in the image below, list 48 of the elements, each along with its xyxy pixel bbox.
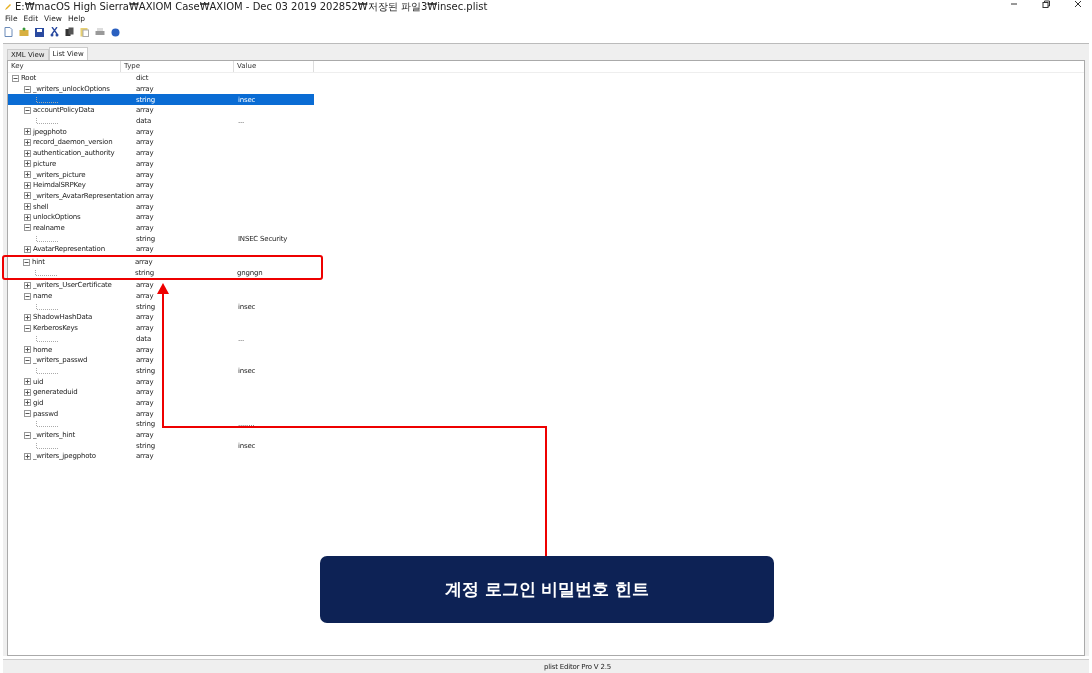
- tree-connector-icon: [36, 303, 58, 310]
- collapse-icon[interactable]: [24, 292, 31, 300]
- tree-connector-icon: [36, 235, 58, 242]
- folder-icon[interactable]: [19, 27, 29, 37]
- copy-icon[interactable]: [65, 27, 74, 37]
- expand-icon[interactable]: [24, 399, 31, 407]
- expand-icon[interactable]: [24, 346, 31, 354]
- expand-icon[interactable]: [24, 213, 31, 221]
- expand-icon[interactable]: [24, 245, 31, 253]
- expand-icon[interactable]: [24, 281, 31, 289]
- collapse-icon[interactable]: [23, 258, 30, 266]
- expand-icon[interactable]: [24, 160, 31, 168]
- collapse-icon[interactable]: [12, 74, 19, 82]
- callout-text: 계정 로그인 비밀번호 힌트: [444, 578, 650, 601]
- collapse-icon[interactable]: [24, 410, 31, 418]
- expand-icon[interactable]: [24, 388, 31, 396]
- window-title: E:₩macOS High Sierra₩AXIOM Case₩AXIOM - Dec 03 2019 202852₩저장된 파일3₩insec.plist: [15, 0, 488, 14]
- collapse-icon[interactable]: [24, 224, 31, 232]
- expand-icon[interactable]: [24, 128, 31, 136]
- collapse-icon[interactable]: [24, 356, 31, 364]
- expand-icon[interactable]: [24, 192, 31, 200]
- scissors-icon[interactable]: [50, 27, 59, 37]
- pencil-icon: [4, 2, 12, 11]
- close-icon[interactable]: [1074, 0, 1082, 8]
- minimize-icon[interactable]: [1010, 0, 1018, 8]
- tree-connector-icon: [36, 335, 58, 342]
- floppy-icon[interactable]: [35, 27, 44, 37]
- expand-icon[interactable]: [24, 203, 31, 211]
- expand-icon[interactable]: [24, 149, 31, 157]
- tree-connector-icon: [36, 367, 58, 374]
- expand-icon[interactable]: [24, 181, 31, 189]
- tree-connector-icon: [36, 442, 58, 449]
- printer-icon[interactable]: [95, 27, 105, 37]
- expand-icon[interactable]: [24, 138, 31, 146]
- collapse-icon[interactable]: [24, 85, 31, 93]
- collapse-icon[interactable]: [24, 324, 31, 332]
- expand-icon[interactable]: [24, 313, 31, 321]
- tree-connector-icon: [36, 421, 58, 428]
- tree-connector-icon: [36, 118, 58, 125]
- expand-icon[interactable]: [24, 171, 31, 179]
- tree-connector-icon: [36, 96, 58, 103]
- expand-icon[interactable]: [24, 452, 31, 460]
- restore-icon[interactable]: [1042, 0, 1050, 8]
- new-file-icon[interactable]: [4, 27, 13, 37]
- collapse-icon[interactable]: [24, 106, 31, 114]
- collapse-icon[interactable]: [24, 431, 31, 439]
- expand-icon[interactable]: [24, 378, 31, 386]
- tree-connector-icon: [35, 269, 57, 276]
